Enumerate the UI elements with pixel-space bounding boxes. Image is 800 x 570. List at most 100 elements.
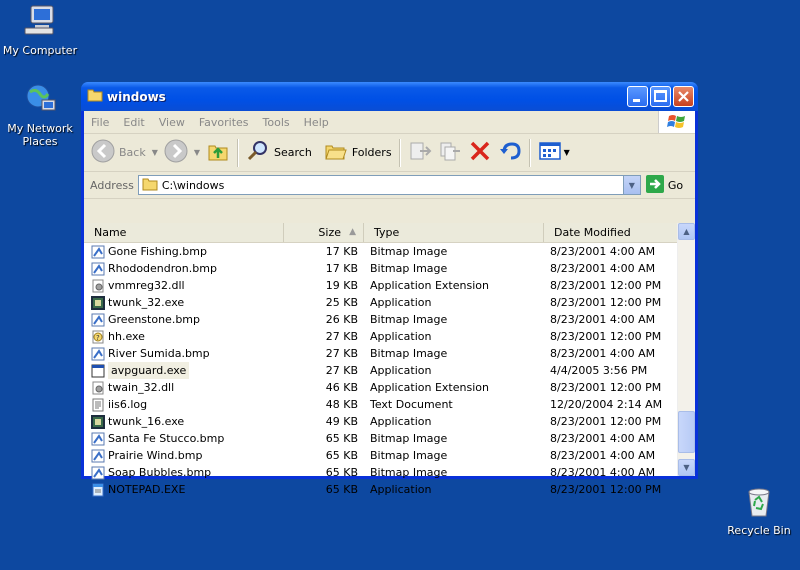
column-header-size[interactable]: Size ▲: [284, 223, 364, 242]
address-input[interactable]: C:\windows ▼: [137, 175, 641, 195]
bitmap-icon: [91, 466, 105, 480]
menu-view[interactable]: View: [152, 116, 192, 129]
back-button[interactable]: Back ▼: [88, 137, 161, 168]
file-name-cell[interactable]: twain_32.dll: [84, 379, 284, 396]
search-button[interactable]: Search: [243, 137, 315, 168]
file-row[interactable]: Prairie Wind.bmp 65 KB Bitmap Image 8/23/20…: [84, 447, 678, 464]
views-icon: [538, 139, 562, 166]
scroll-down-button[interactable]: ▼: [678, 459, 695, 476]
go-label: Go: [667, 178, 684, 192]
column-header-type[interactable]: Type: [364, 223, 544, 242]
chevron-down-icon[interactable]: ▼: [152, 148, 158, 157]
file-row[interactable]: Rhododendron.bmp 17 KB Bitmap Image 8/23/20…: [84, 260, 678, 277]
views-button[interactable]: ▼: [535, 137, 573, 168]
file-row[interactable]: Santa Fe Stucco.bmp 65 KB Bitmap Image 8/23…: [84, 430, 678, 447]
file-name-cell[interactable]: ? hh.exe: [84, 328, 284, 345]
minimize-button[interactable]: [627, 86, 648, 107]
desktop-icon-label: My Network Places: [7, 122, 73, 148]
undo-button[interactable]: [495, 137, 525, 168]
file-name-cell[interactable]: Rhododendron.bmp: [84, 260, 284, 277]
file-size: 27 KB: [325, 364, 358, 377]
file-name-cell[interactable]: twunk_16.exe: [84, 413, 284, 430]
dll-icon: [91, 381, 105, 395]
file-row[interactable]: twunk_16.exe 49 KB Application 8/23/2001 12…: [84, 413, 678, 430]
file-type: Application: [370, 296, 432, 309]
maximize-button[interactable]: [650, 86, 671, 107]
column-header-date[interactable]: Date Modified: [544, 223, 678, 242]
move-to-button[interactable]: [405, 137, 435, 168]
sort-ascending-icon: ▲: [349, 227, 356, 237]
column-header-name[interactable]: Name: [84, 223, 284, 242]
scroll-up-button[interactable]: ▲: [678, 223, 695, 240]
file-name-cell[interactable]: twunk_32.exe: [84, 294, 284, 311]
file-row[interactable]: iis6.log 48 KB Text Document 12/20/2004 2:1…: [84, 396, 678, 413]
up-folder-button[interactable]: [203, 137, 233, 168]
file-row[interactable]: Greenstone.bmp 26 KB Bitmap Image 8/23/2001…: [84, 311, 678, 328]
menu-file[interactable]: File: [84, 116, 116, 129]
chevron-down-icon[interactable]: ▼: [194, 148, 200, 157]
file-name: Prairie Wind.bmp: [108, 449, 203, 462]
toolbar-separator: [237, 138, 240, 167]
menu-tools[interactable]: Tools: [256, 116, 297, 129]
menu-bar: File Edit View Favorites Tools Help: [84, 111, 695, 134]
svg-text:?: ?: [96, 334, 100, 342]
file-date: 12/20/2004 2:14 AM: [550, 398, 663, 411]
file-type: Application Extension: [370, 279, 489, 292]
file-date: 8/23/2001 12:00 PM: [550, 483, 662, 496]
recycle-bin-icon: [719, 486, 799, 521]
help-exe-icon: ?: [91, 330, 105, 344]
file-size: 48 KB: [325, 398, 358, 411]
window-title: windows: [107, 89, 166, 104]
forward-button[interactable]: ▼: [161, 137, 203, 168]
file-name-cell[interactable]: Prairie Wind.bmp: [84, 447, 284, 464]
file-row[interactable]: ? hh.exe 27 KB Application 8/23/2001 12:00 P…: [84, 328, 678, 345]
menu-edit[interactable]: Edit: [116, 116, 151, 129]
menu-help[interactable]: Help: [297, 116, 336, 129]
file-row[interactable]: Gone Fishing.bmp 17 KB Bitmap Image 8/23/20…: [84, 243, 678, 260]
file-type: Bitmap Image: [370, 449, 448, 462]
my-computer-icon: [0, 4, 80, 41]
file-row[interactable]: NOTEPAD.EXE 65 KB Application 8/23/2001 12:…: [84, 481, 678, 498]
file-name-cell[interactable]: NOTEPAD.EXE: [84, 481, 284, 498]
file-date: 8/23/2001 4:00 AM: [550, 313, 656, 326]
file-row[interactable]: vmmreg32.dll 19 KB Application Extension 8/…: [84, 277, 678, 294]
file-name-cell[interactable]: Gone Fishing.bmp: [84, 243, 284, 260]
go-button[interactable]: Go: [645, 174, 684, 196]
file-name: River Sumida.bmp: [108, 347, 210, 360]
network-places-icon: [0, 82, 80, 119]
file-size: 65 KB: [325, 466, 358, 479]
file-name-cell[interactable]: Greenstone.bmp: [84, 311, 284, 328]
file-name-cell[interactable]: Soap Bubbles.bmp: [84, 464, 284, 481]
file-size: 27 KB: [325, 347, 358, 360]
dll-icon: [91, 279, 105, 293]
file-name-cell[interactable]: Santa Fe Stucco.bmp: [84, 430, 284, 447]
file-row[interactable]: twunk_32.exe 25 KB Application 8/23/2001 12…: [84, 294, 678, 311]
search-label: Search: [274, 146, 312, 159]
scroll-thumb[interactable]: [678, 411, 695, 453]
file-name-cell[interactable]: vmmreg32.dll: [84, 277, 284, 294]
file-row[interactable]: avpguard.exe 27 KB Application 4/4/2005 3:5…: [84, 362, 678, 379]
file-name-cell[interactable]: avpguard.exe: [84, 362, 284, 379]
title-bar[interactable]: windows: [81, 82, 698, 111]
delete-button[interactable]: [465, 137, 495, 168]
file-row[interactable]: River Sumida.bmp 27 KB Bitmap Image 8/23/20…: [84, 345, 678, 362]
file-rows: Gone Fishing.bmp 17 KB Bitmap Image 8/23/20…: [84, 243, 678, 498]
toolbar-separator: [398, 138, 401, 167]
copy-to-button[interactable]: [435, 137, 465, 168]
file-name-cell[interactable]: iis6.log: [84, 396, 284, 413]
file-row[interactable]: twain_32.dll 46 KB Application Extension 8/…: [84, 379, 678, 396]
folders-button[interactable]: Folders: [321, 137, 395, 168]
desktop-icon-recycle-bin[interactable]: Recycle Bin: [719, 486, 799, 537]
file-size: 19 KB: [325, 279, 358, 292]
file-row[interactable]: Soap Bubbles.bmp 65 KB Bitmap Image 8/23/20…: [84, 464, 678, 481]
file-name-cell[interactable]: River Sumida.bmp: [84, 345, 284, 362]
file-size: 46 KB: [325, 381, 358, 394]
menu-favorites[interactable]: Favorites: [192, 116, 256, 129]
file-type: Text Document: [370, 398, 453, 411]
vertical-scrollbar[interactable]: ▲ ▼: [677, 223, 695, 476]
desktop-icon-my-computer[interactable]: My Computer: [0, 4, 80, 57]
address-dropdown-button[interactable]: ▼: [622, 176, 640, 194]
chevron-down-icon[interactable]: ▼: [564, 148, 570, 157]
close-button[interactable]: [673, 86, 694, 107]
desktop-icon-network-places[interactable]: My Network Places: [0, 82, 80, 148]
